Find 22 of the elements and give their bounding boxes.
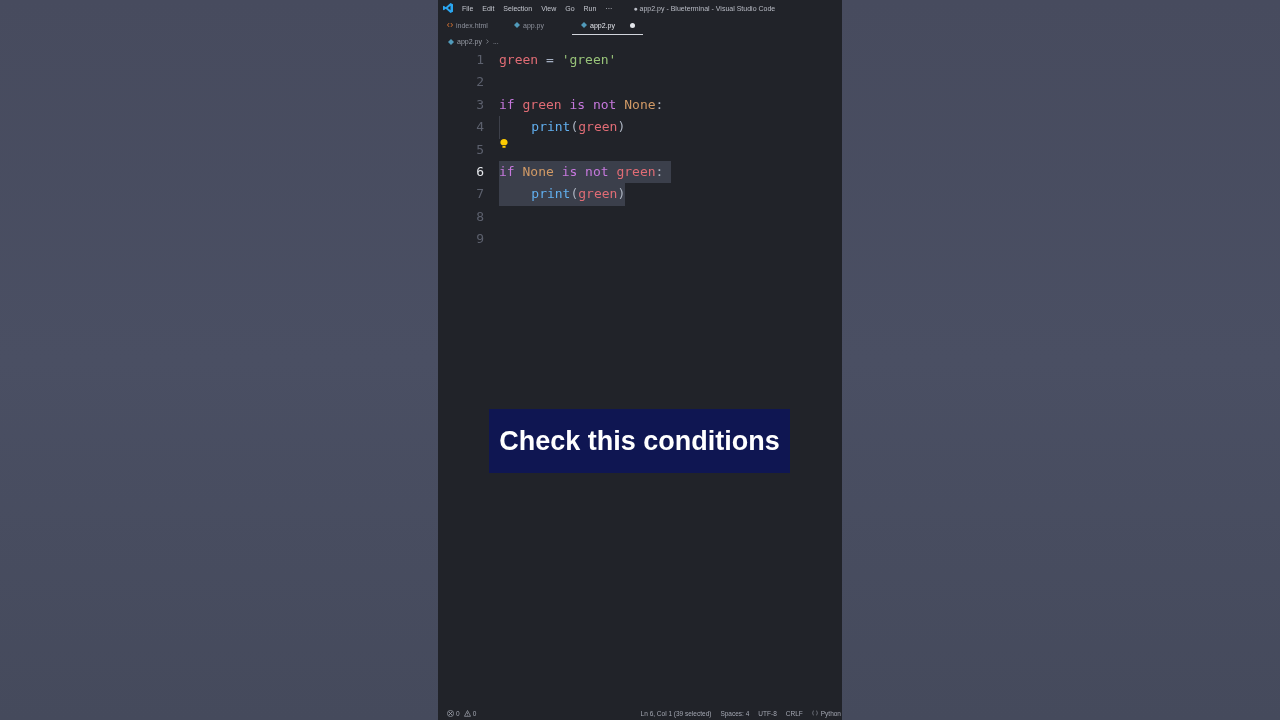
line-number: 2	[475, 73, 484, 92]
line-number: 9	[475, 230, 484, 249]
line-number: 5	[475, 140, 484, 159]
warning-icon[interactable]	[463, 709, 471, 717]
lightbulb-icon[interactable]	[500, 138, 508, 148]
code-line: if green is not None:	[499, 95, 664, 114]
line-number: 3	[475, 95, 484, 114]
diamond-icon	[448, 38, 454, 45]
error-icon[interactable]	[447, 709, 454, 717]
line-number: 1	[475, 51, 484, 69]
line-number: 7	[475, 185, 484, 204]
line-number: 8	[475, 207, 484, 226]
line-number: 6	[475, 162, 484, 181]
code-line: green = 'green'	[499, 51, 617, 69]
code-brackets-icon	[447, 22, 453, 28]
caption: Check this conditions	[489, 409, 790, 473]
code-line: print(green)	[499, 116, 626, 139]
chevron-icon	[485, 39, 489, 44]
diamond-icon	[581, 22, 587, 28]
line-number: 4	[475, 118, 484, 137]
app-logo-icon	[443, 3, 453, 13]
diamond-icon	[514, 22, 520, 28]
